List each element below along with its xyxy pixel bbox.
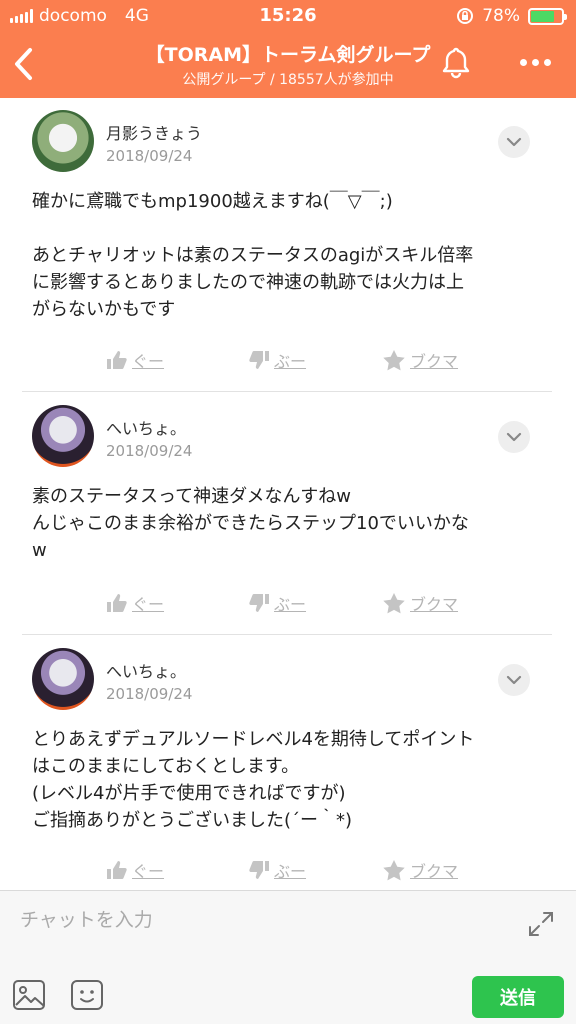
thumbs-down-icon bbox=[249, 351, 269, 369]
message-text: とりあえずデュアルソードレベル4を期待してポイント はこのままにしておくとします… bbox=[32, 729, 475, 831]
thumbs-down-icon bbox=[249, 861, 269, 879]
like-button[interactable]: ぐー bbox=[106, 591, 164, 615]
thumbs-up-icon bbox=[107, 861, 127, 879]
dislike-button[interactable]: ぶー bbox=[248, 348, 306, 372]
message-feed[interactable]: 月影うきょう 2018/09/24 確かに鳶職でもmp1900越えますね(￣▽￣… bbox=[0, 98, 576, 890]
like-label: ぐー bbox=[132, 862, 165, 881]
star-icon bbox=[383, 593, 405, 614]
avatar[interactable] bbox=[32, 110, 94, 172]
image-icon[interactable] bbox=[12, 979, 46, 1011]
message-text: 素のステータスって神速ダメなんすねw んじゃこのまま余裕ができたらステップ10で… bbox=[32, 486, 469, 561]
battery-icon bbox=[528, 7, 567, 25]
username[interactable]: 月影うきょう bbox=[106, 120, 202, 144]
chevron-down-icon[interactable] bbox=[498, 126, 530, 158]
bookmark-button[interactable]: ブクマ bbox=[382, 591, 458, 615]
app-header: docomo 4G 15:26 78% 【TORAM】トーラム剣グループ 公開グ… bbox=[0, 0, 576, 98]
message-item: へいちょ。 2018/09/24 素のステータスって神速ダメなんすねw んじゃこ… bbox=[22, 393, 552, 635]
bookmark-label: ブクマ bbox=[410, 352, 459, 371]
group-title: 【TORAM】トーラム剣グループ bbox=[145, 44, 431, 66]
dislike-label: ぶー bbox=[274, 862, 307, 881]
send-button[interactable]: 送信 bbox=[472, 976, 564, 1018]
username[interactable]: へいちょ。 bbox=[106, 658, 186, 682]
bookmark-label: ブクマ bbox=[410, 862, 459, 881]
thumbs-down-icon bbox=[249, 594, 269, 612]
message-actions: ぐー ぶー ブクマ bbox=[22, 348, 552, 378]
avatar[interactable] bbox=[32, 405, 94, 467]
more-menu-icon[interactable] bbox=[510, 48, 560, 76]
post-date: 2018/09/24 bbox=[106, 442, 193, 460]
like-button[interactable]: ぐー bbox=[106, 348, 164, 372]
star-icon bbox=[383, 350, 405, 371]
thumbs-up-icon bbox=[107, 594, 127, 612]
expand-icon[interactable] bbox=[526, 909, 556, 939]
bookmark-button[interactable]: ブクマ bbox=[382, 348, 458, 372]
dislike-button[interactable]: ぶー bbox=[248, 858, 306, 882]
header-titles: 【TORAM】トーラム剣グループ 公開グループ / 18557人が参加中 bbox=[0, 40, 576, 89]
chevron-down-icon[interactable] bbox=[498, 664, 530, 696]
like-button[interactable]: ぐー bbox=[106, 858, 164, 882]
star-icon bbox=[383, 860, 405, 881]
group-subtitle: 公開グループ / 18557人が参加中 bbox=[182, 72, 394, 88]
rotation-lock-icon bbox=[457, 8, 474, 24]
like-label: ぐー bbox=[132, 595, 165, 614]
dislike-label: ぶー bbox=[274, 352, 307, 371]
message-item: 月影うきょう 2018/09/24 確かに鳶職でもmp1900越えますね(￣▽￣… bbox=[22, 98, 552, 392]
bookmark-label: ブクマ bbox=[410, 595, 459, 614]
post-date: 2018/09/24 bbox=[106, 685, 193, 703]
post-date: 2018/09/24 bbox=[106, 147, 193, 165]
dislike-label: ぶー bbox=[274, 595, 307, 614]
bell-icon[interactable] bbox=[438, 44, 474, 80]
chevron-down-icon[interactable] bbox=[498, 421, 530, 453]
username[interactable]: へいちょ。 bbox=[106, 415, 186, 439]
battery-percent: 78% bbox=[482, 6, 520, 26]
stamp-icon[interactable] bbox=[70, 979, 104, 1011]
message-actions: ぐー ぶー ブクマ bbox=[22, 591, 552, 621]
message-text: 確かに鳶職でもmp1900越えますね(￣▽￣;) あとチャリオットは素のステータ… bbox=[32, 191, 474, 320]
thumbs-up-icon bbox=[107, 351, 127, 369]
dislike-button[interactable]: ぶー bbox=[248, 591, 306, 615]
message-actions: ぐー ぶー ブクマ bbox=[22, 858, 552, 888]
message-item: へいちょ。 2018/09/24 とりあえずデュアルソードレベル4を期待してポイ… bbox=[22, 636, 552, 890]
bookmark-button[interactable]: ブクマ bbox=[382, 858, 458, 882]
status-bar: docomo 4G 15:26 78% bbox=[0, 0, 576, 34]
like-label: ぐー bbox=[132, 352, 165, 371]
chat-input[interactable]: チャットを入力 bbox=[20, 905, 153, 932]
avatar[interactable] bbox=[32, 648, 94, 710]
